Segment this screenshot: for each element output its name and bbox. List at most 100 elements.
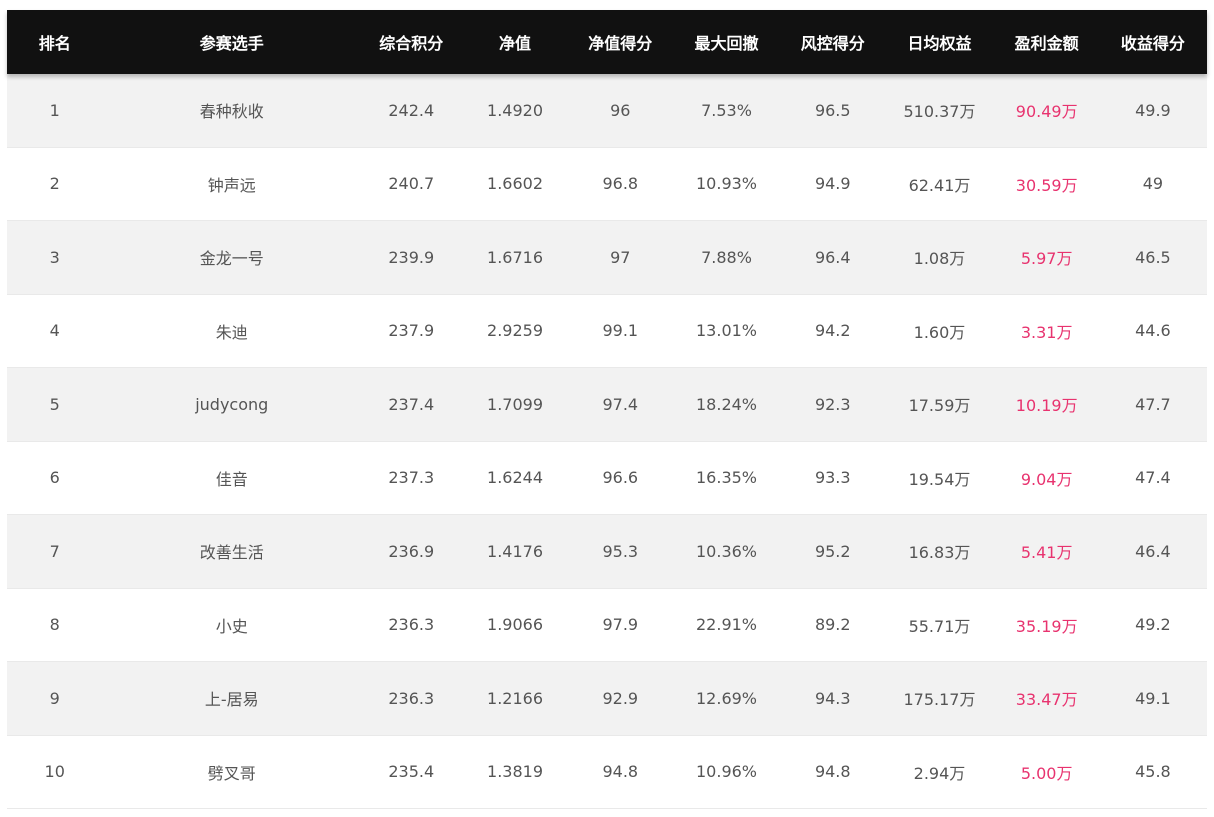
nav-score-cell: 97.4 (602, 394, 639, 414)
rank-cell: 5 (49, 394, 60, 414)
profit-amount-cell: 30.59万 (1015, 175, 1078, 195)
return-score-cell: 49.2 (1135, 615, 1171, 635)
total-score-cell: 242.4 (388, 100, 435, 120)
total-score-cell: 236.3 (388, 688, 435, 708)
return-score-cell: 46.5 (1135, 247, 1171, 267)
player-name-cell: 佳音 (215, 469, 248, 489)
avg-daily-equity-cell: 55.71万 (908, 616, 971, 636)
rank-cell: 2 (49, 174, 60, 194)
player-name-cell: 春种秋收 (199, 102, 264, 122)
header-player[interactable]: 参赛选手 (102, 10, 361, 74)
rank-cell: 1 (49, 100, 60, 120)
avg-daily-equity-cell: 1.08万 (913, 249, 966, 269)
table-header: 排名 参赛选手 综合积分 净值 净值得分 最大回撤 风控得分 日均权益 盈利金额… (7, 10, 1207, 74)
nav-cell: 1.2166 (487, 688, 544, 708)
total-score-cell: 237.4 (388, 394, 435, 414)
rank-cell: 3 (49, 247, 60, 267)
header-nav-score[interactable]: 净值得分 (569, 10, 672, 74)
nav-score-cell: 94.8 (602, 762, 639, 782)
nav-cell: 1.6602 (487, 174, 544, 194)
nav-cell: 2.9259 (487, 321, 544, 341)
return-score-cell: 49.9 (1135, 100, 1171, 120)
risk-score-cell: 89.2 (814, 615, 851, 635)
avg-daily-equity-cell: 175.17万 (903, 690, 976, 710)
max-drawdown-cell: 10.93% (696, 174, 758, 194)
max-drawdown-cell: 7.53% (701, 100, 752, 120)
nav-cell: 1.6716 (487, 247, 544, 267)
header-nav[interactable]: 净值 (461, 10, 568, 74)
return-score-cell: 45.8 (1135, 762, 1171, 782)
header-max-drawdown[interactable]: 最大回撤 (672, 10, 781, 74)
max-drawdown-cell: 18.24% (696, 394, 758, 414)
player-name-cell: 劈叉哥 (207, 763, 256, 783)
table-row: 9 上-居易 236.3 1.2166 92.9 12.69% 94.3 175… (7, 662, 1207, 736)
risk-score-cell: 96.5 (814, 100, 851, 120)
return-score-cell: 49.1 (1135, 688, 1171, 708)
nav-cell: 1.9066 (487, 615, 544, 635)
nav-score-cell: 92.9 (602, 688, 639, 708)
return-score-cell: 47.4 (1135, 468, 1171, 488)
avg-daily-equity-cell: 510.37万 (903, 102, 976, 122)
avg-daily-equity-cell: 2.94万 (913, 763, 966, 783)
leaderboard-table: 排名 参赛选手 综合积分 净值 净值得分 最大回撤 风控得分 日均权益 盈利金额… (7, 10, 1207, 809)
profit-amount-cell: 10.19万 (1015, 396, 1078, 416)
return-score-cell: 49 (1142, 174, 1164, 194)
table-row: 2 钟声远 240.7 1.6602 96.8 10.93% 94.9 62.4… (7, 147, 1207, 221)
risk-score-cell: 93.3 (814, 468, 851, 488)
max-drawdown-cell: 10.96% (696, 762, 758, 782)
risk-score-cell: 95.2 (814, 541, 851, 561)
leaderboard-page: 排名 参赛选手 综合积分 净值 净值得分 最大回撤 风控得分 日均权益 盈利金额… (0, 0, 1214, 817)
avg-daily-equity-cell: 16.83万 (908, 543, 971, 563)
player-name-cell: 上-居易 (204, 690, 259, 710)
table-row: 7 改善生活 236.9 1.4176 95.3 10.36% 95.2 16.… (7, 515, 1207, 589)
nav-cell: 1.3819 (487, 762, 544, 782)
total-score-cell: 235.4 (388, 762, 435, 782)
table-row: 5 judycong 237.4 1.7099 97.4 18.24% 92.3… (7, 368, 1207, 442)
table-row: 10 劈叉哥 235.4 1.3819 94.8 10.96% 94.8 2.9… (7, 735, 1207, 809)
header-rank[interactable]: 排名 (7, 10, 102, 74)
nav-cell: 1.7099 (487, 394, 544, 414)
player-name-cell: 改善生活 (199, 543, 264, 563)
nav-cell: 1.4176 (487, 541, 544, 561)
player-name-cell: 朱迪 (215, 322, 248, 342)
return-score-cell: 46.4 (1135, 541, 1171, 561)
total-score-cell: 239.9 (388, 247, 435, 267)
player-name-cell: 金龙一号 (199, 249, 264, 269)
table-row: 6 佳音 237.3 1.6244 96.6 16.35% 93.3 19.54… (7, 441, 1207, 515)
profit-amount-cell: 5.41万 (1020, 543, 1073, 563)
return-score-cell: 47.7 (1135, 394, 1171, 414)
header-risk-score[interactable]: 风控得分 (781, 10, 884, 74)
max-drawdown-cell: 22.91% (696, 615, 758, 635)
rank-cell: 8 (49, 615, 60, 635)
header-avg-daily-equity[interactable]: 日均权益 (884, 10, 994, 74)
nav-score-cell: 96.8 (602, 174, 639, 194)
avg-daily-equity-cell: 62.41万 (908, 175, 971, 195)
profit-amount-cell: 9.04万 (1020, 469, 1073, 489)
max-drawdown-cell: 10.36% (696, 541, 758, 561)
risk-score-cell: 94.2 (814, 321, 851, 341)
total-score-cell: 240.7 (388, 174, 435, 194)
total-score-cell: 236.9 (388, 541, 435, 561)
table-row: 1 春种秋收 242.4 1.4920 96 7.53% 96.5 510.37… (7, 74, 1207, 148)
table-row: 8 小史 236.3 1.9066 97.9 22.91% 89.2 55.71… (7, 588, 1207, 662)
avg-daily-equity-cell: 17.59万 (908, 396, 971, 416)
header-return-score[interactable]: 收益得分 (1099, 10, 1207, 74)
nav-score-cell: 97.9 (602, 615, 639, 635)
total-score-cell: 236.3 (388, 615, 435, 635)
risk-score-cell: 94.3 (814, 688, 851, 708)
table-body: 1 春种秋收 242.4 1.4920 96 7.53% 96.5 510.37… (7, 74, 1207, 809)
player-name-cell: 小史 (215, 616, 248, 636)
rank-cell: 9 (49, 688, 60, 708)
header-profit-amount[interactable]: 盈利金额 (995, 10, 1099, 74)
rank-cell: 7 (49, 541, 60, 561)
risk-score-cell: 96.4 (814, 247, 851, 267)
rank-cell: 6 (49, 468, 60, 488)
profit-amount-cell: 3.31万 (1020, 322, 1073, 342)
header-total-score[interactable]: 综合积分 (361, 10, 461, 74)
profit-amount-cell: 5.97万 (1020, 249, 1073, 269)
max-drawdown-cell: 7.88% (701, 247, 752, 267)
nav-score-cell: 95.3 (602, 541, 639, 561)
max-drawdown-cell: 12.69% (696, 688, 758, 708)
profit-amount-cell: 33.47万 (1015, 690, 1078, 710)
player-name-cell: 钟声远 (207, 175, 256, 195)
